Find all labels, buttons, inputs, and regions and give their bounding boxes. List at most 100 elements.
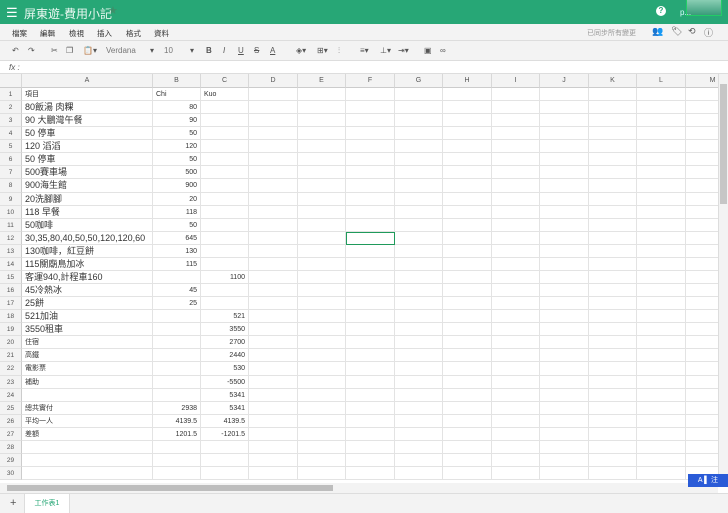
cell-B4[interactable]: 50 <box>153 127 201 141</box>
cell-F20[interactable] <box>346 336 395 350</box>
cell-G13[interactable] <box>395 244 443 258</box>
cell-J11[interactable] <box>540 218 589 232</box>
cell-A30[interactable] <box>22 467 153 481</box>
cell-B1[interactable]: Chi <box>153 88 201 102</box>
cell-E4[interactable] <box>298 127 346 141</box>
cell-H15[interactable] <box>443 270 492 285</box>
column-header-A[interactable]: A <box>22 74 153 88</box>
cell-D12[interactable] <box>249 231 298 245</box>
row-header[interactable]: 23 <box>0 375 22 389</box>
star-icon[interactable]: ★ <box>108 4 118 17</box>
cell-K9[interactable] <box>589 192 637 206</box>
cell-F7[interactable] <box>346 166 395 180</box>
cell-L3[interactable] <box>637 114 686 128</box>
cell-L12[interactable] <box>637 231 686 245</box>
cell-A28[interactable] <box>22 440 153 454</box>
cell-K4[interactable] <box>589 127 637 141</box>
row-header[interactable]: 14 <box>0 257 22 271</box>
cell-H12[interactable] <box>443 231 492 245</box>
cell-C23[interactable]: -5500 <box>201 375 249 389</box>
cell-H30[interactable] <box>443 467 492 481</box>
cell-J8[interactable] <box>540 179 589 193</box>
cell-E11[interactable] <box>298 218 346 232</box>
cell-G3[interactable] <box>395 114 443 128</box>
cell-E8[interactable] <box>298 179 346 193</box>
bold-button[interactable]: B <box>206 46 212 55</box>
cell-H10[interactable] <box>443 205 492 219</box>
cell-A2[interactable]: 80飯湯 肉粿 <box>22 101 153 115</box>
cell-C16[interactable] <box>201 284 249 298</box>
cell-F18[interactable] <box>346 310 395 324</box>
cell-G19[interactable] <box>395 323 443 337</box>
cell-J1[interactable] <box>540 88 589 102</box>
cell-D29[interactable] <box>249 453 298 468</box>
cell-I19[interactable] <box>492 323 540 337</box>
cell-A4[interactable]: 50 停車 <box>22 127 153 141</box>
cell-A25[interactable]: 總共實付 <box>22 401 153 415</box>
link-icon[interactable]: ∞ <box>440 46 446 55</box>
cell-L25[interactable] <box>637 401 686 415</box>
cell-B17[interactable]: 25 <box>153 297 201 311</box>
menu-format[interactable]: 格式 <box>126 28 141 39</box>
cell-M8[interactable] <box>686 179 718 193</box>
cell-D21[interactable] <box>249 349 298 363</box>
cell-E30[interactable] <box>298 467 346 481</box>
ime-indicator[interactable]: A ▌ 注 <box>688 474 728 487</box>
cell-E15[interactable] <box>298 270 346 285</box>
column-header-I[interactable]: I <box>492 74 540 88</box>
cell-I4[interactable] <box>492 127 540 141</box>
menu-insert[interactable]: 插入 <box>97 28 112 39</box>
cell-A22[interactable]: 電影票 <box>22 362 153 376</box>
cell-C18[interactable]: 521 <box>201 310 249 324</box>
cell-J2[interactable] <box>540 101 589 115</box>
borders-icon[interactable]: ⊞▾ <box>317 46 328 55</box>
cell-G23[interactable] <box>395 375 443 389</box>
cell-M6[interactable] <box>686 153 718 167</box>
cell-H16[interactable] <box>443 284 492 298</box>
cell-L4[interactable] <box>637 127 686 141</box>
row-header[interactable]: 12 <box>0 231 22 245</box>
cell-G4[interactable] <box>395 127 443 141</box>
cell-M26[interactable] <box>686 415 718 428</box>
cell-I6[interactable] <box>492 153 540 167</box>
cell-K16[interactable] <box>589 284 637 298</box>
cell-K6[interactable] <box>589 153 637 167</box>
cell-E19[interactable] <box>298 323 346 337</box>
size-dropdown-icon[interactable]: ▾ <box>190 46 194 55</box>
menu-edit[interactable]: 編輯 <box>40 28 55 39</box>
cell-E13[interactable] <box>298 244 346 258</box>
cell-K20[interactable] <box>589 336 637 350</box>
cell-M18[interactable] <box>686 310 718 324</box>
cell-M23[interactable] <box>686 376 718 389</box>
cell-C19[interactable]: 3550 <box>201 323 249 337</box>
cell-E12[interactable] <box>298 231 346 245</box>
cell-L23[interactable] <box>637 375 686 389</box>
cell-E23[interactable] <box>298 375 346 389</box>
cell-D14[interactable] <box>249 257 298 271</box>
cell-M11[interactable] <box>686 219 718 232</box>
cell-K7[interactable] <box>589 166 637 180</box>
cell-E24[interactable] <box>298 388 346 402</box>
cell-J23[interactable] <box>540 375 589 389</box>
cell-B22[interactable] <box>153 362 201 376</box>
cell-C7[interactable] <box>201 166 249 180</box>
cell-A17[interactable]: 25餅 <box>22 297 153 311</box>
cell-D26[interactable] <box>249 414 298 428</box>
info-icon[interactable]: ⓘ <box>704 26 713 39</box>
cell-F30[interactable] <box>346 467 395 481</box>
cell-K11[interactable] <box>589 218 637 232</box>
cell-I13[interactable] <box>492 244 540 258</box>
cell-D28[interactable] <box>249 440 298 454</box>
cell-E22[interactable] <box>298 362 346 376</box>
cell-F26[interactable] <box>346 414 395 428</box>
cell-I21[interactable] <box>492 349 540 363</box>
cell-K30[interactable] <box>589 467 637 481</box>
cell-E26[interactable] <box>298 414 346 428</box>
cell-F25[interactable] <box>346 401 395 415</box>
row-header[interactable]: 6 <box>0 153 22 167</box>
cell-K5[interactable] <box>589 140 637 154</box>
cell-G22[interactable] <box>395 362 443 376</box>
cell-K29[interactable] <box>589 453 637 468</box>
cell-J25[interactable] <box>540 401 589 415</box>
cell-B25[interactable]: 2938 <box>153 401 201 415</box>
